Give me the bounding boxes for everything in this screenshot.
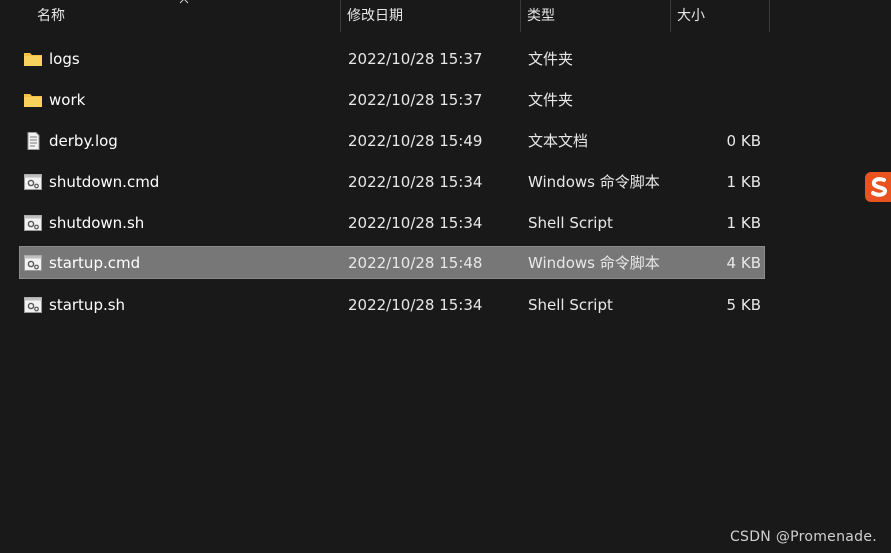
file-modified-date: 2022/10/28 15:37 [348, 91, 483, 109]
file-type: Shell Script [528, 214, 613, 232]
file-name: shutdown.cmd [49, 173, 160, 191]
file-type: Windows 命令脚本 [528, 254, 660, 272]
text-file-icon [27, 132, 40, 150]
file-type: 文本文档 [528, 132, 589, 150]
file-modified-date: 2022/10/28 15:49 [348, 132, 483, 150]
script-file-icon [24, 215, 42, 231]
file-size: 0 KB [726, 132, 761, 150]
input-method-badge-icon[interactable] [864, 170, 891, 204]
file-row-shutdown-sh[interactable]: shutdown.sh 2022/10/28 15:34 Shell Scrip… [19, 206, 765, 239]
file-row-derby-log[interactable]: derby.log 2022/10/28 15:49 文本文档 0 KB [19, 124, 765, 157]
file-name: startup.sh [49, 296, 126, 314]
folder-icon [24, 94, 42, 107]
column-header-bar: 名称 修改日期 类型 大小 [0, 0, 770, 32]
file-type: Windows 命令脚本 [528, 173, 660, 191]
file-modified-date: 2022/10/28 15:34 [348, 173, 483, 191]
column-header-date-modified[interactable]: 修改日期 [340, 0, 520, 32]
script-file-icon [24, 255, 42, 271]
file-modified-date: 2022/10/28 15:48 [348, 254, 483, 272]
file-row-startup-sh[interactable]: startup.sh 2022/10/28 15:34 Shell Script… [19, 288, 765, 321]
file-size [660, 43, 761, 76]
file-name: derby.log [49, 132, 118, 150]
file-row-shutdown-cmd[interactable]: shutdown.cmd 2022/10/28 15:34 Windows 命令… [19, 165, 765, 198]
script-file-icon [24, 297, 42, 313]
file-row-startup-cmd[interactable]: startup.cmd 2022/10/28 15:48 Windows 命令脚… [19, 246, 765, 279]
column-header-name[interactable]: 名称 [30, 0, 340, 32]
file-name: logs [49, 50, 80, 68]
folder-icon [24, 53, 42, 66]
file-size: 4 KB [726, 254, 761, 272]
file-explorer-window: 名称 修改日期 类型 大小 logs 2022/10/28 15:37 文件夹 … [0, 0, 891, 553]
file-size: 1 KB [726, 173, 761, 191]
file-row-logs[interactable]: logs 2022/10/28 15:37 文件夹 [19, 42, 765, 75]
file-modified-date: 2022/10/28 15:34 [348, 214, 483, 232]
file-row-work[interactable]: work 2022/10/28 15:37 文件夹 [19, 83, 765, 116]
file-name: shutdown.sh [49, 214, 145, 232]
column-header-type[interactable]: 类型 [520, 0, 670, 32]
column-header-size[interactable]: 大小 [670, 0, 770, 32]
file-name: work [49, 91, 86, 109]
file-modified-date: 2022/10/28 15:37 [348, 50, 483, 68]
script-file-icon [24, 174, 42, 190]
column-divider[interactable] [769, 0, 770, 32]
file-name: startup.cmd [49, 254, 141, 272]
file-type: 文件夹 [528, 50, 574, 68]
file-size [660, 84, 761, 117]
file-type: Shell Script [528, 296, 613, 314]
file-size: 5 KB [726, 296, 761, 314]
file-modified-date: 2022/10/28 15:34 [348, 296, 483, 314]
file-size: 1 KB [726, 214, 761, 232]
file-type: 文件夹 [528, 91, 574, 109]
csdn-watermark: CSDN @Promenade. [729, 529, 877, 545]
